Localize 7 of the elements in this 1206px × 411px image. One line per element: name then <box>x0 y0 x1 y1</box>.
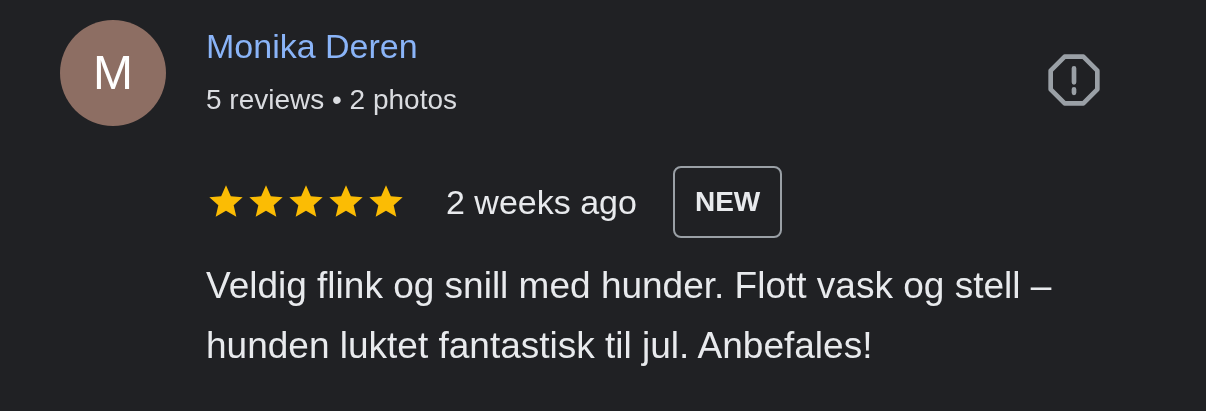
avatar: M <box>60 20 166 126</box>
review-time: 2 weeks ago <box>446 181 637 223</box>
report-icon[interactable] <box>1046 52 1102 108</box>
author-name[interactable]: Monika Deren <box>206 20 458 72</box>
new-badge: NEW <box>672 166 783 238</box>
review-meta: 5 reviews • 2 photos <box>206 83 458 117</box>
review-text: Veldig flink og snill med hunder. Flott vask og stell – hunden luktet fantastisk til jul. Anbefales! <box>206 264 1053 368</box>
